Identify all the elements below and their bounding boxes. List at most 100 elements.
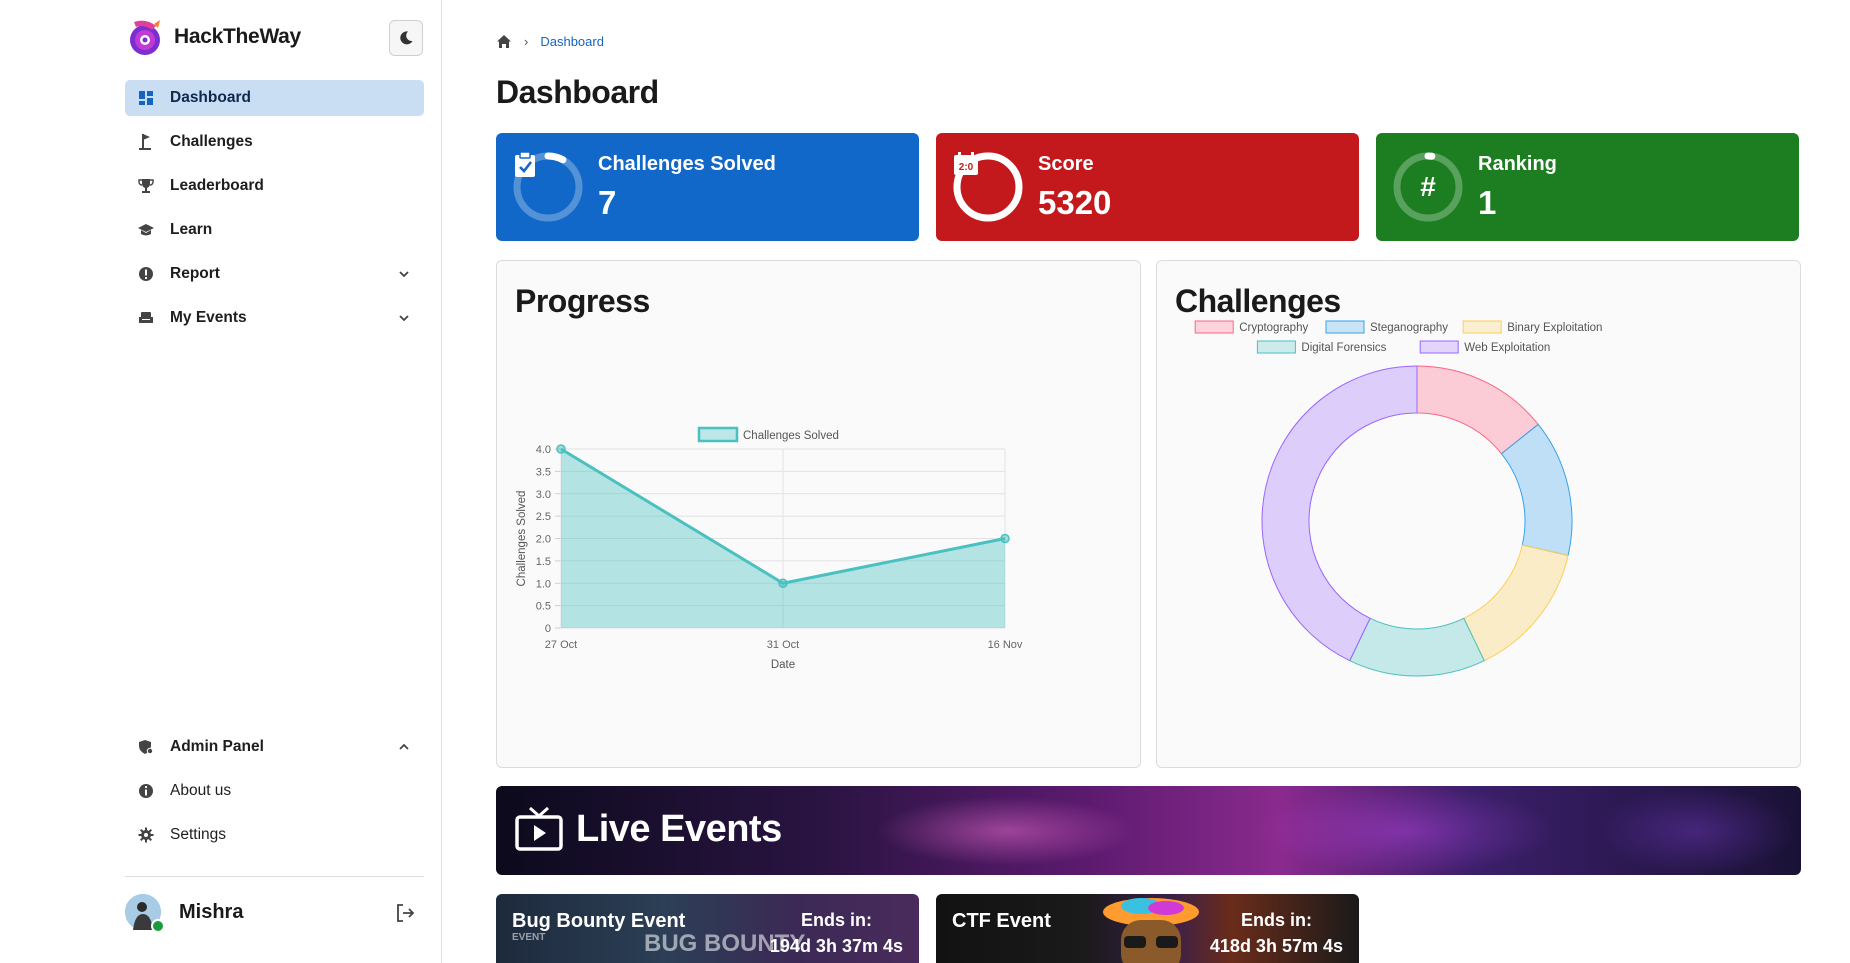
sidebar-item-label: Settings <box>170 826 227 843</box>
sidebar-item-label: Challenges <box>170 133 253 150</box>
theme-toggle-button[interactable] <box>389 20 423 56</box>
progress-line-chart: Challenges Solved 0 0.5 1.0 1.5 2.0 2.5 3.0 3.5 4… <box>516 426 1023 671</box>
y-tick-label: 0.5 <box>536 601 551 613</box>
legend-label: Digital Forensics <box>1301 342 1386 354</box>
countdown-label: Ends in: <box>800 910 872 930</box>
banner-glow <box>1596 786 1796 875</box>
y-tick-label: 2.5 <box>536 511 551 523</box>
data-point[interactable] <box>778 578 788 588</box>
sidebar-item-settings[interactable]: Settings <box>125 817 424 853</box>
x-tick-label: 16 Nov <box>988 639 1023 651</box>
event-countdown: Ends in: 418d 3h 57m 4s <box>1210 910 1343 957</box>
user-profile[interactable]: Mishra <box>125 892 424 933</box>
stat-card-ranking: # Ranking 1 <box>1376 133 1799 241</box>
alert-circle-icon <box>137 265 155 283</box>
banner-glow <box>1256 786 1556 875</box>
doughnut-slice[interactable] <box>1349 617 1485 677</box>
info-icon <box>137 782 155 800</box>
stat-value: 5320 <box>1038 183 1112 221</box>
y-tick-label: 1.5 <box>536 556 551 568</box>
event-seat-icon <box>137 309 155 327</box>
event-countdown: Ends in: 194d 3h 37m 4s <box>770 910 903 957</box>
stat-ring: # <box>1392 151 1464 223</box>
sidebar-item-leaderboard[interactable]: Leaderboard <box>125 168 424 204</box>
user-name: Mishra <box>179 900 244 923</box>
y-tick-label: 3.5 <box>536 466 551 478</box>
sidebar-item-label: About us <box>170 782 232 799</box>
brand[interactable]: HackTheWay <box>126 16 301 58</box>
sidebar-item-label: Dashboard <box>170 89 251 106</box>
y-tick-label: 2.0 <box>536 534 551 546</box>
sidebar-item-learn[interactable]: Learn <box>125 212 424 248</box>
clipboard-check-icon <box>512 151 584 223</box>
event-card-bug-bounty[interactable]: BUG BOUNTY EVENT Bug Bounty Event Ends i… <box>496 894 919 963</box>
sidebar-bottom-nav: Admin Panel About us Settings <box>125 729 424 861</box>
app-logo-icon <box>130 20 160 55</box>
sidebar-item-challenges[interactable]: Challenges <box>125 124 424 160</box>
sidebar-nav: Dashboard Challenges Leaderboard Learn R… <box>125 80 424 344</box>
challenges-card: Challenges Cryptography Steganography Bina… <box>1156 260 1801 768</box>
sidebar-item-label: Leaderboard <box>170 177 264 194</box>
gear-icon <box>137 826 155 844</box>
legend-label: Binary Exploitation <box>1507 322 1602 334</box>
sidebar-item-admin-panel[interactable]: Admin Panel <box>125 729 424 765</box>
x-axis-label: Date <box>771 659 795 671</box>
legend-label: Steganography <box>1370 322 1448 334</box>
countdown-label: Ends in: <box>1240 910 1312 930</box>
data-point[interactable] <box>556 444 566 454</box>
breadcrumb-current[interactable]: Dashboard <box>540 34 604 49</box>
countdown-value: 418d 3h 57m 4s <box>1209 936 1343 956</box>
y-tick-label: 3.0 <box>536 489 551 501</box>
x-tick-label: 31 Oct <box>767 639 799 651</box>
calendar-timer-icon: 2:0 <box>952 151 1024 223</box>
live-events-title: Live Events <box>576 807 782 850</box>
chart-legend: Challenges Solved <box>697 426 839 443</box>
admin-shield-icon <box>137 738 155 756</box>
legend-label: Web Exploitation <box>1464 342 1550 354</box>
sidebar-item-about-us[interactable]: About us <box>125 773 424 809</box>
legend-swatch <box>1462 320 1502 334</box>
y-tick-label: 0 <box>545 623 551 635</box>
stat-card-challenges-solved: Challenges Solved 7 <box>496 133 919 241</box>
stat-label: Ranking <box>1478 152 1557 175</box>
sidebar-item-my-events[interactable]: My Events <box>125 300 424 336</box>
challenges-doughnut-chart: Cryptography Steganography Binary Exploita… <box>1194 320 1602 677</box>
legend-label: Challenges Solved <box>743 430 839 442</box>
breadcrumb: › Dashboard <box>496 34 604 49</box>
stat-value: 7 <box>598 183 617 221</box>
event-banner-small: EVENT <box>512 932 546 943</box>
event-artwork <box>1103 898 1199 963</box>
stat-label: Score <box>1038 152 1094 175</box>
doughnut-slice[interactable] <box>1463 544 1569 662</box>
sidebar-item-report[interactable]: Report <box>125 256 424 292</box>
trophy-icon <box>137 177 155 195</box>
y-tick-label: 4.0 <box>536 444 551 456</box>
doughnut-slice[interactable] <box>1261 365 1418 662</box>
data-point[interactable] <box>1000 533 1010 544</box>
sidebar-item-label: Admin Panel <box>170 738 264 755</box>
avatar[interactable] <box>125 894 165 933</box>
legend-swatch <box>1419 340 1459 354</box>
sidebar-item-label: Report <box>170 265 220 282</box>
sidebar: HackTheWay Dashboard Challenges Leaderbo… <box>0 0 442 963</box>
event-name: CTF Event <box>952 910 1051 932</box>
chevron-up-icon <box>399 743 409 750</box>
logout-icon[interactable] <box>394 902 416 924</box>
main-content: › Dashboard Dashboard Challenges Solved … <box>496 0 1801 963</box>
legend-label: Cryptography <box>1239 322 1308 334</box>
event-name: Bug Bounty Event <box>512 910 686 932</box>
stat-ring: 2:0 <box>952 151 1024 223</box>
chevron-down-icon <box>399 271 409 278</box>
hash-icon: # <box>1420 171 1436 202</box>
home-icon[interactable] <box>496 34 512 49</box>
legend-swatch <box>697 426 739 443</box>
y-tick-label: 1.0 <box>536 578 551 590</box>
chevron-right-icon: › <box>524 34 529 49</box>
legend-swatch <box>1194 320 1234 334</box>
event-card-ctf[interactable]: CTF Event Ends in: 418d 3h 57m 4s <box>936 894 1359 963</box>
stat-card-score: 2:0 Score 5320 <box>936 133 1359 241</box>
live-events-banner[interactable]: Live Events <box>496 786 1801 875</box>
page-title: Dashboard <box>496 74 659 110</box>
sidebar-item-dashboard[interactable]: Dashboard <box>125 80 424 116</box>
app-name: HackTheWay <box>174 25 301 48</box>
